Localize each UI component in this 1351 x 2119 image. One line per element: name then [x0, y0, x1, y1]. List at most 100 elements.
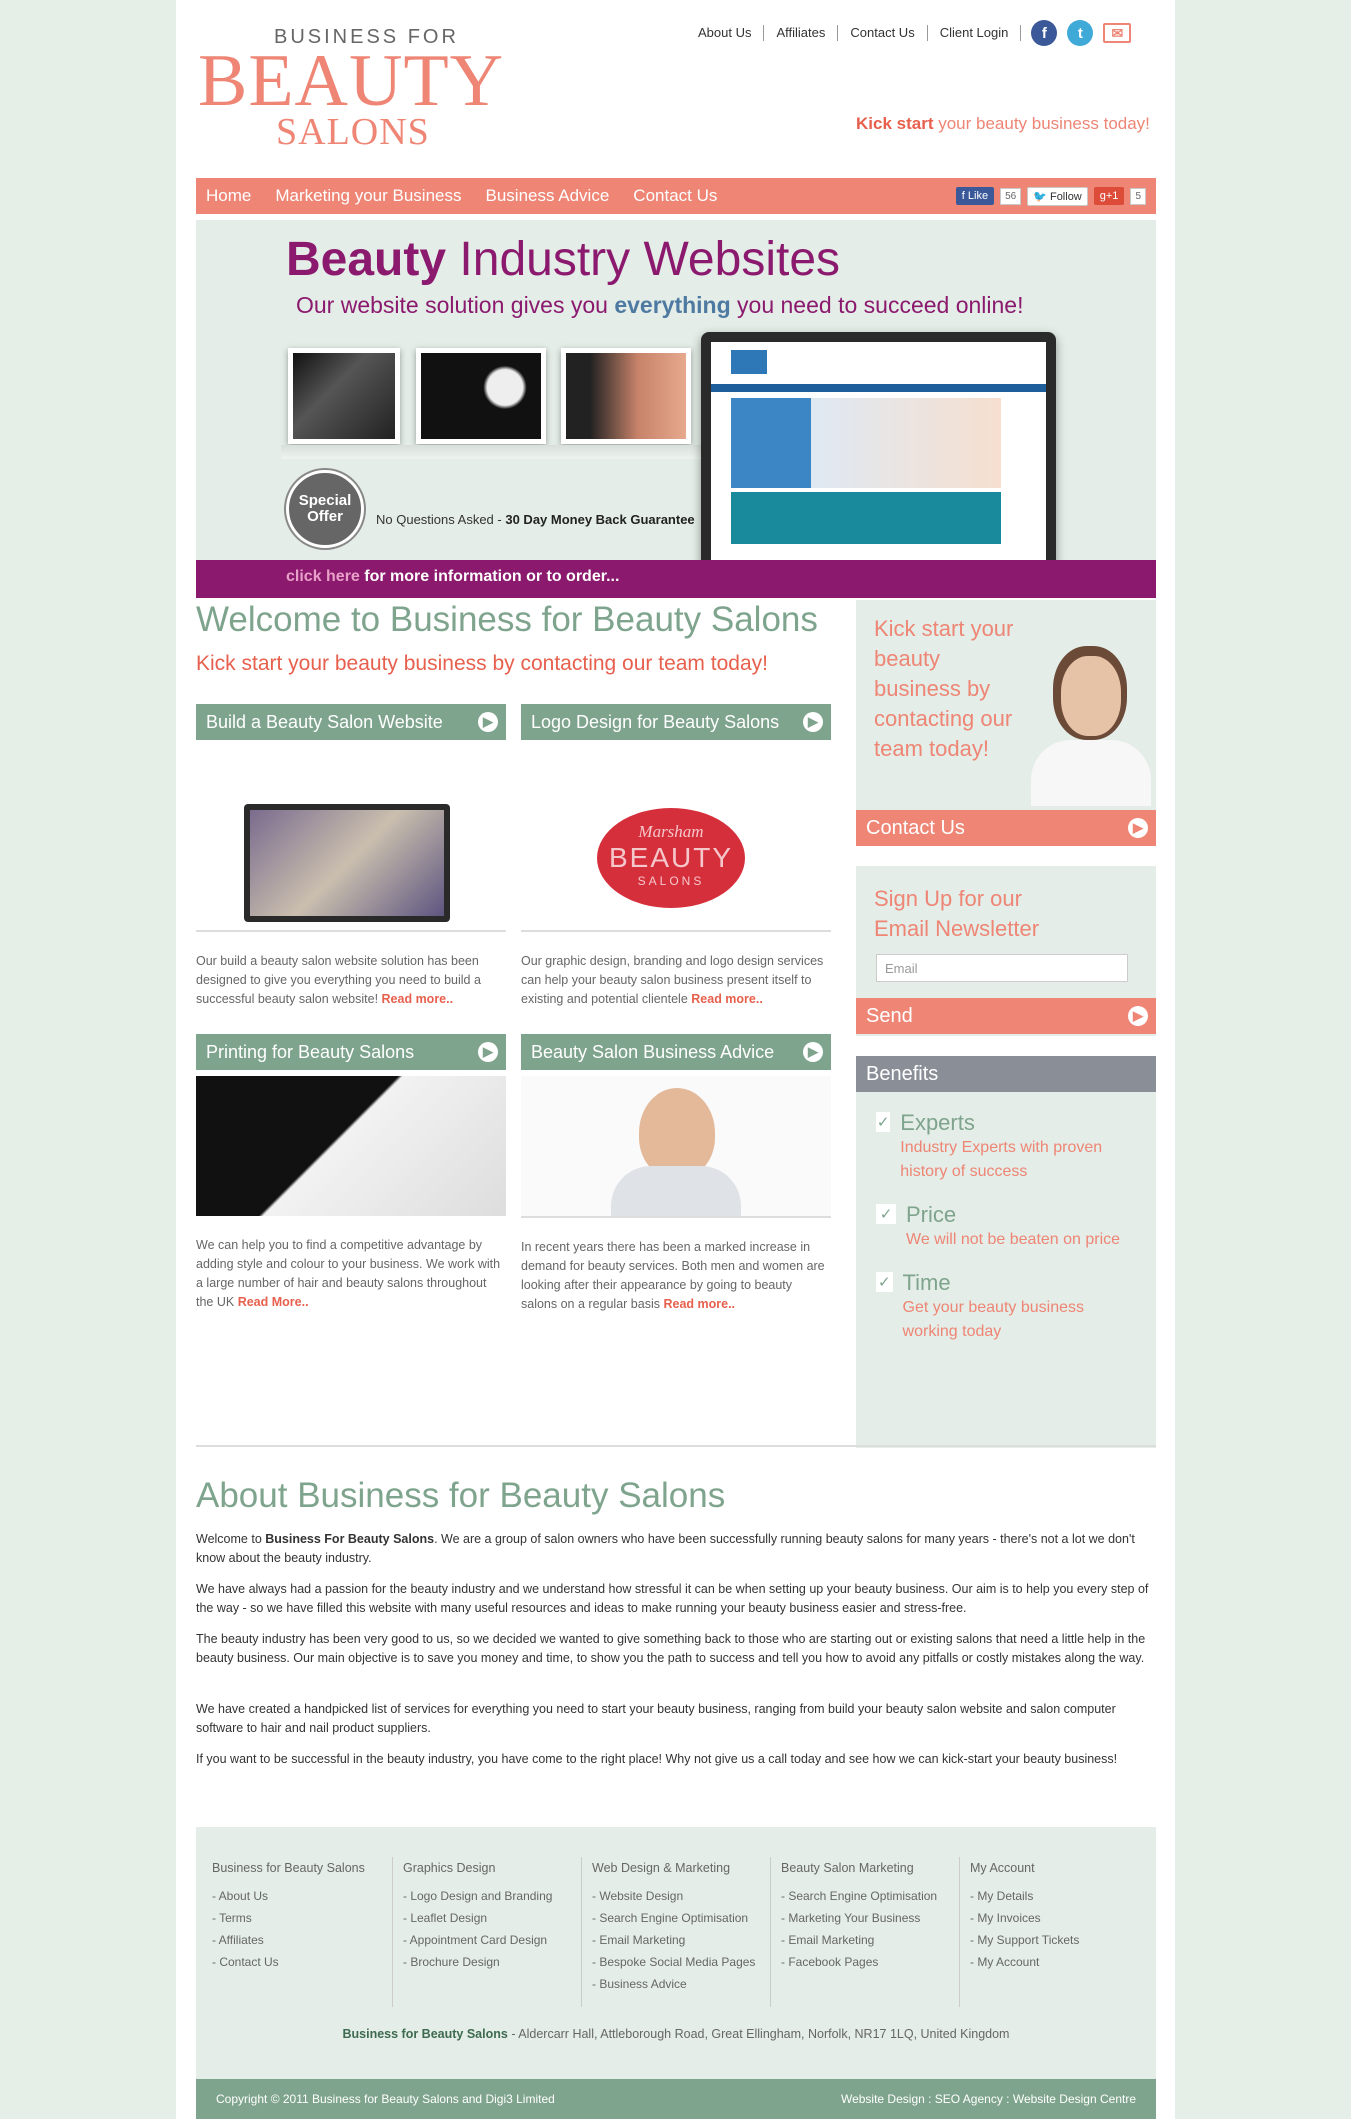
footer-credits[interactable]: Website Design : SEO Agency : Website De… [841, 2092, 1136, 2106]
facebook-like-button[interactable]: f Like [955, 187, 995, 205]
footer-link[interactable]: - Bespoke Social Media Pages [592, 1951, 761, 1973]
footer-col-title: Business for Beauty Salons [212, 1861, 365, 1875]
footer-link[interactable]: - Logo Design and Branding [403, 1885, 572, 1907]
twitter-icon[interactable]: t [1067, 20, 1094, 46]
sidebar-contact-text: Kick start your beauty business by conta… [874, 616, 1014, 761]
footer-link[interactable]: - About Us [212, 1885, 382, 1907]
footer-col-title: Beauty Salon Marketing [781, 1861, 914, 1875]
footer-link[interactable]: - My Account [970, 1951, 1139, 1973]
footer-link[interactable]: - Email Marketing [592, 1929, 761, 1951]
arrow-right-icon: ▶ [1128, 1006, 1148, 1026]
welcome-subtitle: Kick start your beauty business by conta… [196, 652, 768, 675]
footer-address: Business for Beauty Salons - Aldercarr H… [342, 2027, 1010, 2041]
facebook-icon[interactable]: f [1031, 20, 1058, 46]
section-header[interactable]: Build a Beauty Salon Website ▶ [196, 704, 506, 740]
footer-link[interactable]: - Facebook Pages [781, 1951, 950, 1973]
footer-link[interactable]: - Contact Us [212, 1951, 382, 1973]
contact-us-button[interactable]: Contact Us ▶ [856, 810, 1156, 846]
benefit-desc: Industry Experts with proven history of … [900, 1139, 1103, 1180]
footer-link[interactable]: - Search Engine Optimisation [781, 1885, 950, 1907]
google-plus-count: 5 [1130, 187, 1146, 205]
footer-link[interactable]: - Terms [212, 1907, 382, 1929]
section-image [196, 1076, 506, 1216]
logo-main-text: BEAUTY [198, 40, 505, 122]
benefit-item: ✓ Price We will not be beaten on price [876, 1202, 1138, 1252]
header-tagline: Kick start your beauty business today! [856, 114, 1150, 133]
section-image [196, 740, 506, 922]
banner-title: Beauty Industry Websites [286, 233, 841, 286]
newsletter-title: Sign Up for our Email Newsletter [874, 886, 1040, 941]
nav-home[interactable]: Home [196, 186, 263, 206]
copyright-text: Copyright © 2011 Business for Beauty Sal… [216, 2092, 555, 2106]
benefit-desc: We will not be beaten on price [906, 1231, 1121, 1248]
footer-link[interactable]: - My Invoices [970, 1907, 1139, 1929]
footer-col-title: Web Design & Marketing [592, 1861, 731, 1875]
section-text: Our graphic design, branding and logo de… [521, 954, 824, 1006]
footer-link[interactable]: - Appointment Card Design [403, 1929, 572, 1951]
send-button[interactable]: Send ▶ [856, 998, 1156, 1034]
arrow-right-icon: ▶ [803, 712, 823, 732]
banner-cta[interactable]: click here for more information or to or… [286, 568, 619, 586]
toplink-affiliates[interactable]: Affiliates [764, 25, 839, 41]
benefits-box: Benefits ✓ Experts Industry Experts with … [856, 1056, 1156, 1448]
hero-banner[interactable]: Beauty Industry Websites Our website sol… [196, 220, 1156, 598]
website-thumbnail-1 [288, 348, 400, 444]
sample-logo-small: SALONS [637, 874, 705, 888]
footer-col-graphics: Graphics Design - Logo Design and Brandi… [392, 1857, 572, 2007]
arrow-right-icon: ▶ [478, 1042, 498, 1062]
footer-col-salon-marketing: Beauty Salon Marketing - Search Engine O… [770, 1857, 950, 2007]
footer-link[interactable]: - Business Advice [592, 1973, 761, 1995]
arrow-right-icon: ▶ [1128, 818, 1148, 838]
section-divider [521, 1216, 831, 1218]
footer-link[interactable]: - Affiliates [212, 1929, 382, 1951]
section-header[interactable]: Logo Design for Beauty Salons ▶ [521, 704, 831, 740]
main-nav: Home Marketing your Business Business Ad… [196, 178, 1156, 214]
toplink-about[interactable]: About Us [698, 25, 765, 41]
about-paragraph-3: The beauty industry has been very good t… [196, 1632, 1146, 1665]
checkmark-icon: ✓ [876, 1204, 896, 1224]
support-agent-image [1031, 630, 1151, 806]
footer-link[interactable]: - Marketing Your Business [781, 1907, 950, 1929]
footer-link[interactable]: - Leaflet Design [403, 1907, 572, 1929]
nav-contact[interactable]: Contact Us [621, 186, 729, 206]
arrow-right-icon: ▶ [478, 712, 498, 732]
benefit-name: Price [906, 1202, 957, 1227]
google-plus-button[interactable]: g+1 [1093, 187, 1125, 205]
footer-link[interactable]: - My Support Tickets [970, 1929, 1139, 1951]
footer-link[interactable]: - Website Design [592, 1885, 761, 1907]
sample-logo-big: BEAUTY [608, 842, 734, 873]
toplink-contact[interactable]: Contact Us [838, 25, 928, 41]
section-image [521, 1076, 831, 1216]
footer-link[interactable]: - Brochure Design [403, 1951, 572, 1973]
newsletter-box: Sign Up for our Email Newsletter Email S… [856, 866, 1156, 1036]
monitor-image [701, 332, 1056, 582]
footer-col-account: My Account - My Details - My Invoices - … [959, 1857, 1139, 2007]
footer-link[interactable]: - Email Marketing [781, 1929, 950, 1951]
section-header[interactable]: Beauty Salon Business Advice ▶ [521, 1034, 831, 1070]
toplink-client-login[interactable]: Client Login [928, 25, 1022, 41]
nav-business-advice[interactable]: Business Advice [474, 186, 622, 206]
mail-icon[interactable]: ✉ [1103, 23, 1132, 43]
twitter-follow-button[interactable]: 🐦 Follow [1027, 186, 1088, 206]
footer: Business for Beauty Salons - About Us - … [196, 1827, 1156, 2079]
checkmark-icon: ✓ [876, 1272, 893, 1292]
nav-marketing[interactable]: Marketing your Business [263, 186, 473, 206]
welcome-title: Welcome to Business for Beauty Salons [196, 600, 818, 639]
section-header[interactable]: Printing for Beauty Salons ▶ [196, 1034, 506, 1070]
top-links: About Us Affiliates Contact Us Client Lo… [698, 20, 1132, 46]
share-buttons: f Like 56 🐦 Follow g+1 5 [955, 186, 1156, 206]
read-more-link[interactable]: Read more.. [382, 992, 454, 1006]
read-more-link[interactable]: Read more.. [691, 992, 763, 1006]
about-paragraph-4: We have created a handpicked list of ser… [196, 1702, 1116, 1735]
benefit-item: ✓ Time Get your beauty business working t… [876, 1270, 1138, 1344]
footer-link[interactable]: - My Details [970, 1885, 1139, 1907]
email-input[interactable]: Email [876, 954, 1128, 982]
website-thumbnail-2 [416, 348, 546, 444]
guarantee-text: No Questions Asked - 30 Day Money Back G… [376, 512, 695, 527]
benefit-name: Time [902, 1270, 951, 1295]
sample-logo-script: Marsham [638, 822, 704, 841]
footer-link[interactable]: - Search Engine Optimisation [592, 1907, 761, 1929]
read-more-link[interactable]: Read more.. [663, 1297, 735, 1311]
footer-col-title: Graphics Design [403, 1861, 496, 1875]
read-more-link[interactable]: Read More.. [238, 1295, 309, 1309]
